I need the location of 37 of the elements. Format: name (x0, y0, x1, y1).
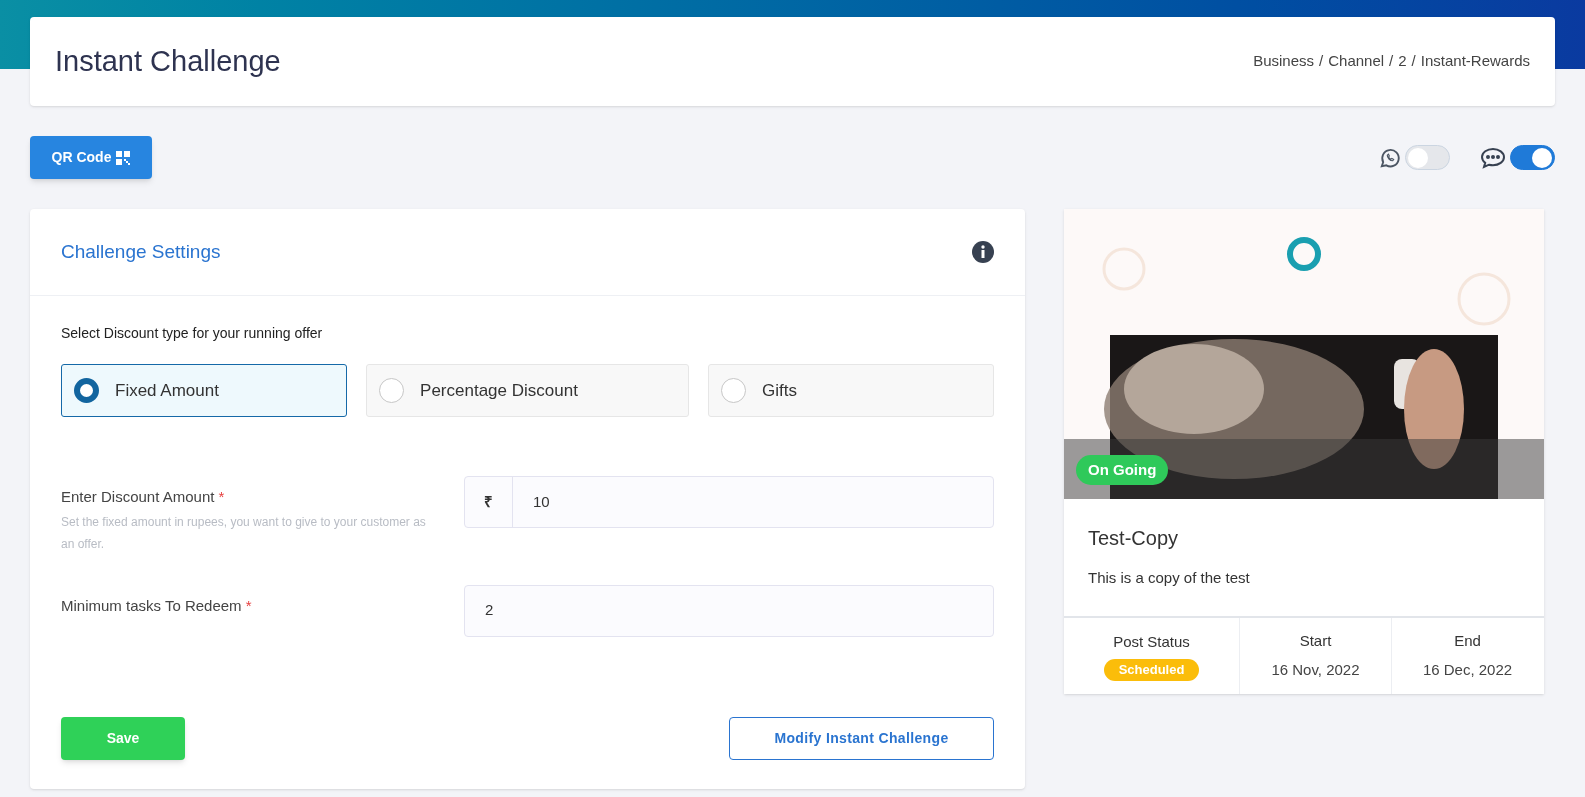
modify-challenge-button[interactable]: Modify Instant Challenge (729, 716, 994, 760)
toggle-switch[interactable] (1510, 145, 1555, 170)
breadcrumb-item[interactable]: Channel (1328, 50, 1385, 73)
input-field[interactable]: 2 (464, 584, 994, 637)
discount-type-option[interactable]: Percentage Discount (366, 364, 689, 417)
breadcrumb-item[interactable]: 2 (1398, 50, 1407, 73)
rupee-prefix: ₹ (465, 477, 513, 527)
section-title: Challenge Settings (61, 239, 221, 264)
radio-icon (720, 378, 746, 403)
chat-bubble-icon (1480, 146, 1506, 169)
discount-type-prompt: Select Discount type for your running offer (61, 324, 324, 343)
challenge-description: This is a copy of the test (1088, 568, 1251, 588)
stat-label: Start (1299, 631, 1332, 651)
discount-type-option[interactable]: Gifts (707, 364, 994, 417)
field-label: Minimum tasks To Redeem * (61, 595, 253, 616)
discount-type-option[interactable]: Fixed Amount (61, 364, 348, 417)
page-title: Instant Challenge (55, 43, 281, 79)
radio-icon (379, 378, 405, 403)
stat-label: Post Status (1113, 631, 1190, 652)
field-help-text: Set the fixed amount in rupees, you want to give to your customer as an offer. (61, 513, 427, 553)
post-status-badge: Scheduled (1103, 659, 1200, 681)
qr-code-button[interactable]: QR Code (30, 136, 152, 179)
stat-value: 16 Nov, 2022 (1271, 659, 1360, 680)
field-label: Enter Discount Amount * (61, 487, 226, 507)
input-field[interactable]: ₹ 10 (464, 476, 994, 528)
breadcrumb-separator: / (1411, 51, 1416, 72)
breadcrumb-item: Instant-Rewards (1420, 51, 1530, 72)
radio-icon (74, 378, 99, 403)
challenge-title: Test-Copy (1088, 526, 1180, 551)
breadcrumb-item[interactable]: Business (1253, 50, 1315, 73)
qr-code-icon (116, 150, 131, 165)
breadcrumb-separator: / (1389, 51, 1394, 72)
phone-bubble-icon (1379, 146, 1401, 169)
info-icon[interactable] (972, 241, 994, 263)
stat-value: 16 Dec, 2022 (1422, 659, 1513, 680)
stat-label: End (1454, 631, 1481, 651)
breadcrumb-separator: / (1319, 51, 1324, 72)
